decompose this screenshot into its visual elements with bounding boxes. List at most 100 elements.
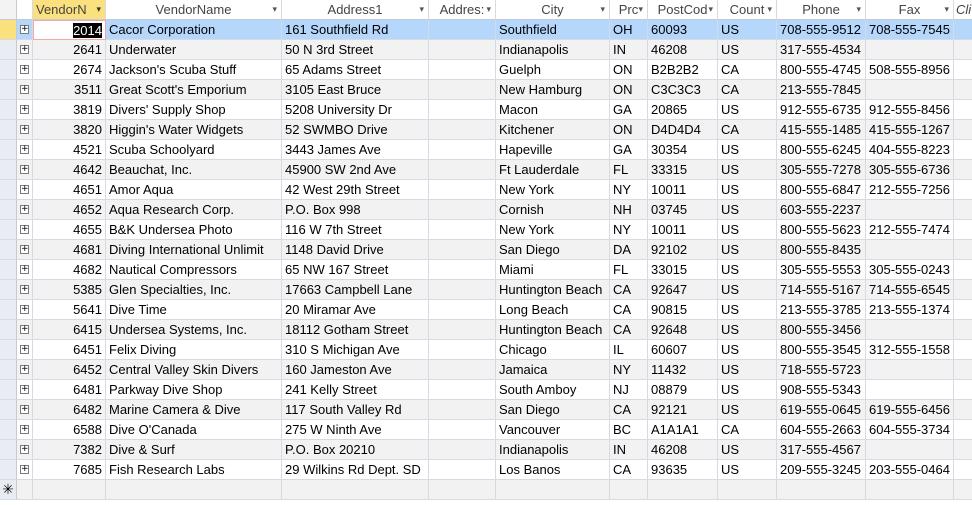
new-cell-a1[interactable]: [282, 480, 429, 500]
cell-prov[interactable]: ON: [610, 120, 648, 140]
filter-dropdown-icon[interactable]: ▾: [944, 0, 949, 19]
cell-cli[interactable]: [954, 100, 972, 120]
cell-phone[interactable]: 708-555-9512: [777, 20, 866, 40]
cell-a2[interactable]: [429, 260, 496, 280]
filter-dropdown-icon[interactable]: ▾: [767, 0, 772, 19]
record-selector[interactable]: [0, 280, 17, 300]
cell-name[interactable]: Dive O'Canada: [106, 420, 282, 440]
cell-fax[interactable]: [866, 40, 954, 60]
cell-fax[interactable]: [866, 320, 954, 340]
cell-fax[interactable]: 212-555-7256: [866, 180, 954, 200]
cell-name[interactable]: Marine Camera & Dive: [106, 400, 282, 420]
record-selector[interactable]: [0, 360, 17, 380]
cell-id[interactable]: 6452: [33, 360, 106, 380]
cell-post[interactable]: 92648: [648, 320, 718, 340]
cell-prov[interactable]: ON: [610, 80, 648, 100]
record-selector[interactable]: [0, 80, 17, 100]
record-selector[interactable]: [0, 220, 17, 240]
cell-city[interactable]: South Amboy: [496, 380, 610, 400]
table-row[interactable]: +2014 Cacor Corporation 161 Southfield Rd S…: [0, 20, 972, 40]
cell-phone[interactable]: 800-555-8435: [777, 240, 866, 260]
cell-a2[interactable]: [429, 200, 496, 220]
cell-prov[interactable]: GA: [610, 100, 648, 120]
cell-ctry[interactable]: US: [718, 340, 777, 360]
cell-prov[interactable]: IL: [610, 340, 648, 360]
cell-post[interactable]: 33315: [648, 160, 718, 180]
record-selector[interactable]: [0, 320, 17, 340]
cell-name[interactable]: Higgin's Water Widgets: [106, 120, 282, 140]
cell-fax[interactable]: 708-555-7545: [866, 20, 954, 40]
cell-a2[interactable]: [429, 80, 496, 100]
cell-cli[interactable]: [954, 340, 972, 360]
cell-city[interactable]: Hapeville: [496, 140, 610, 160]
cell-id[interactable]: 6482: [33, 400, 106, 420]
cell-ctry[interactable]: CA: [718, 420, 777, 440]
cell-city[interactable]: Miami: [496, 260, 610, 280]
expand-subdatasheet-button[interactable]: +: [17, 20, 33, 40]
cell-ctry[interactable]: US: [718, 160, 777, 180]
cell-id[interactable]: 4651: [33, 180, 106, 200]
cell-phone[interactable]: 415-555-1485: [777, 120, 866, 140]
expand-subdatasheet-button[interactable]: +: [17, 340, 33, 360]
cell-ctry[interactable]: US: [718, 220, 777, 240]
expand-subdatasheet-button[interactable]: +: [17, 440, 33, 460]
cell-city[interactable]: San Diego: [496, 400, 610, 420]
cell-phone[interactable]: 305-555-7278: [777, 160, 866, 180]
cell-a1[interactable]: P.O. Box 998: [282, 200, 429, 220]
table-row[interactable]: +7685 Fish Research Labs 29 Wilkins Rd Dep…: [0, 460, 972, 480]
table-row[interactable]: +4521 Scuba Schoolyard 3443 James Ave Hapev…: [0, 140, 972, 160]
cell-ctry[interactable]: US: [718, 180, 777, 200]
expand-subdatasheet-button[interactable]: +: [17, 100, 33, 120]
cell-id[interactable]: 6481: [33, 380, 106, 400]
cell-a2[interactable]: [429, 360, 496, 380]
cell-cli[interactable]: [954, 300, 972, 320]
cell-a2[interactable]: [429, 20, 496, 40]
cell-post[interactable]: 60607: [648, 340, 718, 360]
cell-a1[interactable]: 3443 James Ave: [282, 140, 429, 160]
cell-fax[interactable]: 404-555-8223: [866, 140, 954, 160]
cell-phone[interactable]: 305-555-5553: [777, 260, 866, 280]
cell-fax[interactable]: 305-555-6736: [866, 160, 954, 180]
cell-prov[interactable]: NJ: [610, 380, 648, 400]
record-selector[interactable]: [0, 20, 17, 40]
new-record-icon[interactable]: ✳: [0, 480, 17, 500]
cell-post[interactable]: 11432: [648, 360, 718, 380]
cell-prov[interactable]: CA: [610, 460, 648, 480]
cell-cli[interactable]: [954, 220, 972, 240]
cell-a1[interactable]: 29 Wilkins Rd Dept. SD: [282, 460, 429, 480]
cell-city[interactable]: Southfield: [496, 20, 610, 40]
cell-phone[interactable]: 800-555-3456: [777, 320, 866, 340]
column-header-ctry[interactable]: Count ▾: [718, 0, 777, 20]
cell-city[interactable]: Los Banos: [496, 460, 610, 480]
expand-subdatasheet-button[interactable]: +: [17, 80, 33, 100]
cell-id[interactable]: 4681: [33, 240, 106, 260]
cell-name[interactable]: Diving International Unlimit: [106, 240, 282, 260]
cell-a2[interactable]: [429, 180, 496, 200]
cell-a2[interactable]: [429, 320, 496, 340]
cell-a1[interactable]: 3105 East Bruce: [282, 80, 429, 100]
cell-name[interactable]: Nautical Compressors: [106, 260, 282, 280]
cell-name[interactable]: Great Scott's Emporium: [106, 80, 282, 100]
cell-a2[interactable]: [429, 160, 496, 180]
table-row[interactable]: +6415 Undersea Systems, Inc. 18112 Gotham …: [0, 320, 972, 340]
record-selector[interactable]: [0, 200, 17, 220]
filter-dropdown-icon[interactable]: ▾: [856, 0, 861, 19]
cell-prov[interactable]: FL: [610, 260, 648, 280]
cell-post[interactable]: 20865: [648, 100, 718, 120]
cell-a2[interactable]: [429, 460, 496, 480]
table-row[interactable]: +4655 B&K Undersea Photo 116 W 7th Street N…: [0, 220, 972, 240]
cell-a2[interactable]: [429, 340, 496, 360]
cell-ctry[interactable]: US: [718, 200, 777, 220]
new-cell-a2[interactable]: [429, 480, 496, 500]
cell-fax[interactable]: 604-555-3734: [866, 420, 954, 440]
cell-phone[interactable]: 800-555-5623: [777, 220, 866, 240]
cell-phone[interactable]: 317-555-4534: [777, 40, 866, 60]
cell-post[interactable]: 92121: [648, 400, 718, 420]
record-selector[interactable]: [0, 300, 17, 320]
cell-ctry[interactable]: CA: [718, 80, 777, 100]
record-selector[interactable]: [0, 140, 17, 160]
cell-id[interactable]: 4652: [33, 200, 106, 220]
column-header-post[interactable]: PostCod ▾: [648, 0, 718, 20]
cell-name[interactable]: Fish Research Labs: [106, 460, 282, 480]
cell-prov[interactable]: CA: [610, 320, 648, 340]
